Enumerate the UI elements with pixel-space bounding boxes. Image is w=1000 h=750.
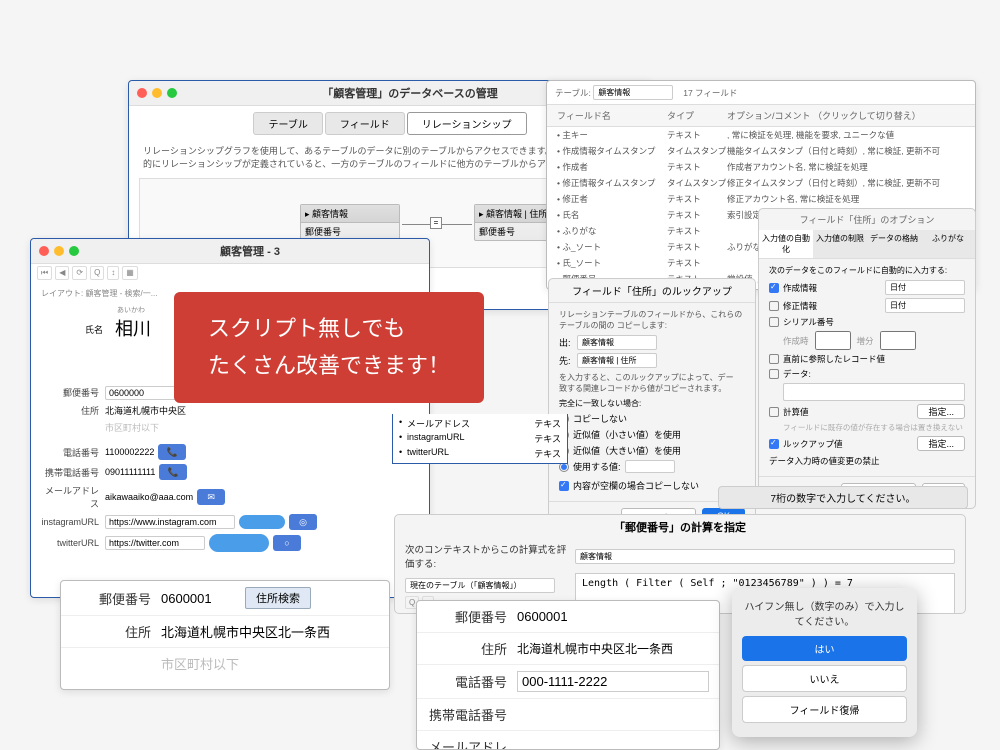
traffic-lights: [137, 88, 177, 98]
tab-auto-enter[interactable]: 入力値の自動化: [759, 230, 813, 258]
phone-icon[interactable]: 📞: [158, 444, 186, 460]
detail-card: 郵便番号 0600001 住所検索 住所北海道札幌市中央区北一条西 市区町村以下: [60, 580, 390, 690]
confirm-revert-button[interactable]: フィールド復帰: [742, 696, 907, 723]
erd-relation-box[interactable]: =: [430, 217, 442, 229]
address2-placeholder[interactable]: 市区町村以下: [105, 421, 159, 434]
detail-card-2: 郵便番号0600001 住所北海道札幌市中央区北一条西 電話番号 携帯電話番号 …: [416, 600, 720, 750]
name-value[interactable]: 相川: [109, 315, 151, 341]
minimize-icon[interactable]: [54, 246, 64, 256]
tab-fields[interactable]: フィールド: [325, 112, 405, 135]
field-row[interactable]: • 修正情報タイムスタンプタイムスタンプ修正タイムスタンプ（日付と時刻）, 常に…: [547, 175, 975, 191]
field-row[interactable]: • 修正者テキスト修正アカウント名, 常に検証を処理: [547, 191, 975, 207]
address-search-button[interactable]: 住所検索: [245, 587, 311, 609]
tab-storage[interactable]: データの格納: [867, 230, 921, 258]
lookup-from-select[interactable]: 顧客情報: [577, 335, 657, 350]
lookup-title: フィールド「住所」のルックアップ: [549, 279, 755, 303]
lookup-specify-button[interactable]: 指定...: [917, 436, 965, 451]
tab-tables[interactable]: テーブル: [253, 112, 322, 135]
detail-postal[interactable]: 0600001: [161, 591, 241, 606]
twitter-icon[interactable]: ○: [273, 535, 301, 551]
lookup-target-select[interactable]: 顧客情報 | 住所: [577, 353, 657, 368]
erd-table-left[interactable]: ▸ 顧客情報 郵便番号: [300, 204, 400, 241]
confirm-dialog: ハイフン無し（数字のみ）で入力してください。 はい いいえ フィールド復帰: [732, 588, 917, 737]
record-titlebar: 顧客管理 - 3: [31, 239, 429, 264]
calc-context-select[interactable]: 顧客情報: [575, 549, 955, 564]
confirm-yes-button[interactable]: はい: [742, 636, 907, 661]
layout-toolbar: ⏮◀⟳Q↕▦: [31, 264, 429, 282]
field-row[interactable]: • 作成者テキスト作成者アカウント名, 常に検証を処理: [547, 159, 975, 175]
tab-relationships[interactable]: リレーションシップ: [407, 112, 527, 135]
nav-first-icon[interactable]: ⏮: [37, 266, 52, 280]
zoom-icon[interactable]: [69, 246, 79, 256]
zoom-icon[interactable]: [167, 88, 177, 98]
headline-banner: スクリプト無しでも たくさん改善できます！: [174, 292, 484, 403]
email-icon[interactable]: ✉: [197, 489, 225, 505]
field-row[interactable]: • 主キーテキスト, 常に検証を処理, 機能を要求, ユニークな値: [547, 127, 975, 143]
field-row[interactable]: • 作成情報タイムスタンプタイムスタンプ機能タイムスタンプ（日付と時刻）, 常に…: [547, 143, 975, 159]
fields-header: フィールド名 タイプ オプション/コメント （クリックして切り替え）: [547, 105, 975, 127]
confirm-no-button[interactable]: いいえ: [742, 665, 907, 692]
phone-input[interactable]: [517, 671, 709, 692]
instruction-strip: 7桁の数字で入力してください。: [718, 486, 968, 509]
fields-toolbar: テーブル: 顧客情報 17 フィールド: [547, 81, 975, 105]
chk-skip-empty[interactable]: [559, 481, 569, 491]
table-select[interactable]: 顧客情報: [593, 85, 673, 100]
close-icon[interactable]: [137, 88, 147, 98]
tab-validation[interactable]: 入力値の制限: [813, 230, 867, 258]
calc-table-select[interactable]: 現在のテーブル（「顧客情報」）: [405, 578, 555, 593]
record-title: 顧客管理 - 3: [79, 243, 421, 259]
minimize-icon[interactable]: [152, 88, 162, 98]
close-icon[interactable]: [39, 246, 49, 256]
address-value[interactable]: 北海道札幌市中央区: [105, 404, 186, 417]
tab-furigana[interactable]: ふりがな: [921, 230, 975, 258]
data-value-input[interactable]: [783, 383, 965, 401]
mobile-icon[interactable]: 📞: [159, 464, 187, 480]
calc-specify-button[interactable]: 指定...: [917, 404, 965, 419]
lookup-value-input[interactable]: [625, 460, 675, 473]
field-sublist: •メールアドレステキス •instagramURLテキス •twitterURL…: [392, 414, 568, 464]
nav-prev-icon[interactable]: ◀: [55, 266, 69, 280]
instagram-icon[interactable]: ◎: [289, 514, 317, 530]
field-options-dialog: フィールド「住所」のオプション 入力値の自動化 入力値の制限 データの格納 ふり…: [758, 208, 976, 509]
